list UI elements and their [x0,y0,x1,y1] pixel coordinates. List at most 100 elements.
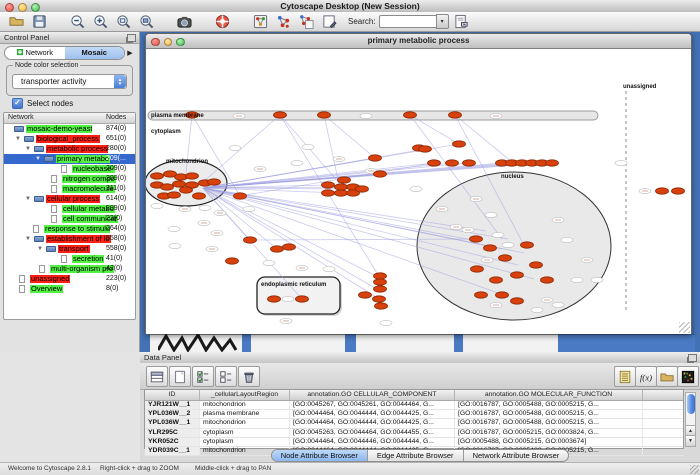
float-panel-icon[interactable] [688,354,697,362]
snapshot-icon[interactable] [174,13,194,30]
network-node[interactable] [374,279,387,285]
network-node[interactable] [283,244,296,250]
tree-row-cellular-metabo[interactable]: cellular metabo209(0) [4,204,135,214]
app-resize-grip[interactable] [690,465,699,474]
zoom-fit-icon[interactable] [113,13,133,30]
background-window-titlebar[interactable] [345,334,356,352]
network-node[interactable] [168,192,181,198]
network-node[interactable] [374,171,387,177]
tab-network[interactable]: ⚃ Network [5,47,65,59]
scroll-down-icon[interactable]: ▼ [686,435,695,446]
network-node[interactable] [226,258,239,264]
tab-node-attribute-browser[interactable]: Node Attribute Browser [272,450,368,461]
tree-row-transport[interactable]: ▼transport558(0) [4,244,135,254]
background-window[interactable] [356,334,454,352]
open-icon[interactable] [6,13,26,30]
network-node[interactable] [471,266,484,272]
network-node[interactable] [449,112,462,118]
float-panel-icon[interactable] [127,34,136,42]
background-window-titlebar[interactable] [454,334,463,352]
tree-row-metabolic-process[interactable]: ▼metabolic process280(0) [4,144,135,154]
network-node[interactable] [490,277,503,283]
tree-row-biological-process[interactable]: ▼biological_process651(0) [4,134,135,144]
column-header[interactable]: ID [145,390,200,400]
network-node[interactable] [475,292,488,298]
tree-row-nitrogen-compo[interactable]: nitrogen compo209(0) [4,174,135,184]
expand-arrow-icon[interactable]: ▼ [35,155,41,163]
network-node[interactable] [656,188,669,194]
network-node[interactable] [274,112,287,118]
tree-row-cell-communicat[interactable]: cell communicat22(0) [4,214,135,224]
table-row-YPL036W__1[interactable]: YPL036W__1mitochondrion[GO:0044464, GO:0… [145,419,683,428]
tree-row-primary-metabo[interactable]: ▼primary metabo209(... [4,154,135,164]
export-icon[interactable] [452,13,472,30]
matrix-icon[interactable] [677,366,699,387]
network-node[interactable] [208,179,221,185]
network-node[interactable] [374,286,387,292]
network-node[interactable] [234,193,247,199]
network-node[interactable] [151,173,164,179]
tree-row-nucleobase-[interactable]: nucleobase-209(0) [4,164,135,174]
network-node[interactable] [541,277,554,283]
network-node[interactable] [374,273,387,279]
tab-mosaic[interactable]: Mosaic [65,47,125,59]
network-node[interactable] [322,182,335,188]
network-node[interactable] [271,246,284,252]
attribute-table-header[interactable]: ID_cellularLayoutRegionannotation.GO CEL… [145,390,683,401]
network-node[interactable] [511,298,524,304]
network-node[interactable] [268,296,281,302]
network-node[interactable] [496,292,509,298]
tree-row-cellular-process[interactable]: ▼cellular process614(0) [4,194,135,204]
layout-icon[interactable] [296,13,316,30]
annotation-icon[interactable] [319,13,339,30]
network-node[interactable] [296,296,309,302]
new-attribute-icon[interactable] [169,366,191,387]
tree-row-overview[interactable]: Overview8(0) [4,284,135,294]
column-header[interactable]: annotation.GO MOLECULAR_FUNCTION [455,390,643,400]
table-row-YLR295C[interactable]: YLR295Ccytoplasm[GO:0045263, GO:0044464,… [145,429,683,438]
expand-arrow-icon[interactable]: ▼ [15,135,21,143]
tree-row-macromolecule[interactable]: macromolecule311(0) [4,184,135,194]
network-node[interactable] [173,181,186,187]
zoom-selected-icon[interactable] [136,13,156,30]
node-color-dropdown[interactable]: transporter activity ▲▼ [12,74,127,89]
network-node[interactable] [470,236,483,242]
expand-arrow-icon[interactable]: ▼ [25,235,31,243]
table-row-YKR052C[interactable]: YKR052Ccytoplasm[GO:0044464, GO:0044446,… [145,438,683,447]
network-node[interactable] [672,188,685,194]
column-header[interactable]: annotation.GO CELLULAR_COMPONENT [290,390,455,400]
tree-row-mosaic-demo-yeast[interactable]: mosaic-demo-yeast874(0) [4,124,135,134]
tab-network-attribute-browser[interactable]: Network Attribute Browser [464,450,569,461]
table-scrollbar[interactable]: ▲ ▼ [685,392,696,447]
unselect-attributes-icon[interactable] [215,366,237,387]
expand-arrow-icon[interactable]: ▼ [37,245,43,253]
network-node[interactable] [484,245,497,251]
expand-arrow-icon[interactable]: ▼ [25,195,31,203]
network-node[interactable] [530,262,543,268]
network-node[interactable] [404,112,417,118]
network-node[interactable] [318,112,331,118]
network-node[interactable] [453,141,466,147]
save-icon[interactable] [29,13,49,30]
network-node[interactable] [338,177,351,183]
table-icon[interactable] [146,366,168,387]
network-node[interactable] [186,173,199,179]
tab-edge-attribute-browser[interactable]: Edge Attribute Browser [368,450,464,461]
background-window-titlebar[interactable] [558,334,695,352]
network-node[interactable] [359,292,372,298]
network-node[interactable] [375,303,388,309]
background-window[interactable] [251,334,345,352]
tab-overflow-arrow-icon[interactable]: ▶ [125,49,135,57]
vizmapper-icon[interactable] [273,13,293,30]
network-node[interactable] [546,160,559,166]
function-builder-icon[interactable]: f(x) [635,366,657,387]
attribute-list-icon[interactable] [614,366,636,387]
tree-row-multi-organism-pro[interactable]: multi-organism pro42(0) [4,264,135,274]
network-node[interactable] [428,160,441,166]
network-overview-icon[interactable] [250,13,270,30]
search-dropdown-icon[interactable]: ▾ [436,14,449,29]
network-node[interactable] [463,160,476,166]
network-node[interactable] [373,296,386,302]
column-header[interactable]: _cellularLayoutRegion [200,390,290,400]
tree-row-secretion[interactable]: secretion41(0) [4,254,135,264]
